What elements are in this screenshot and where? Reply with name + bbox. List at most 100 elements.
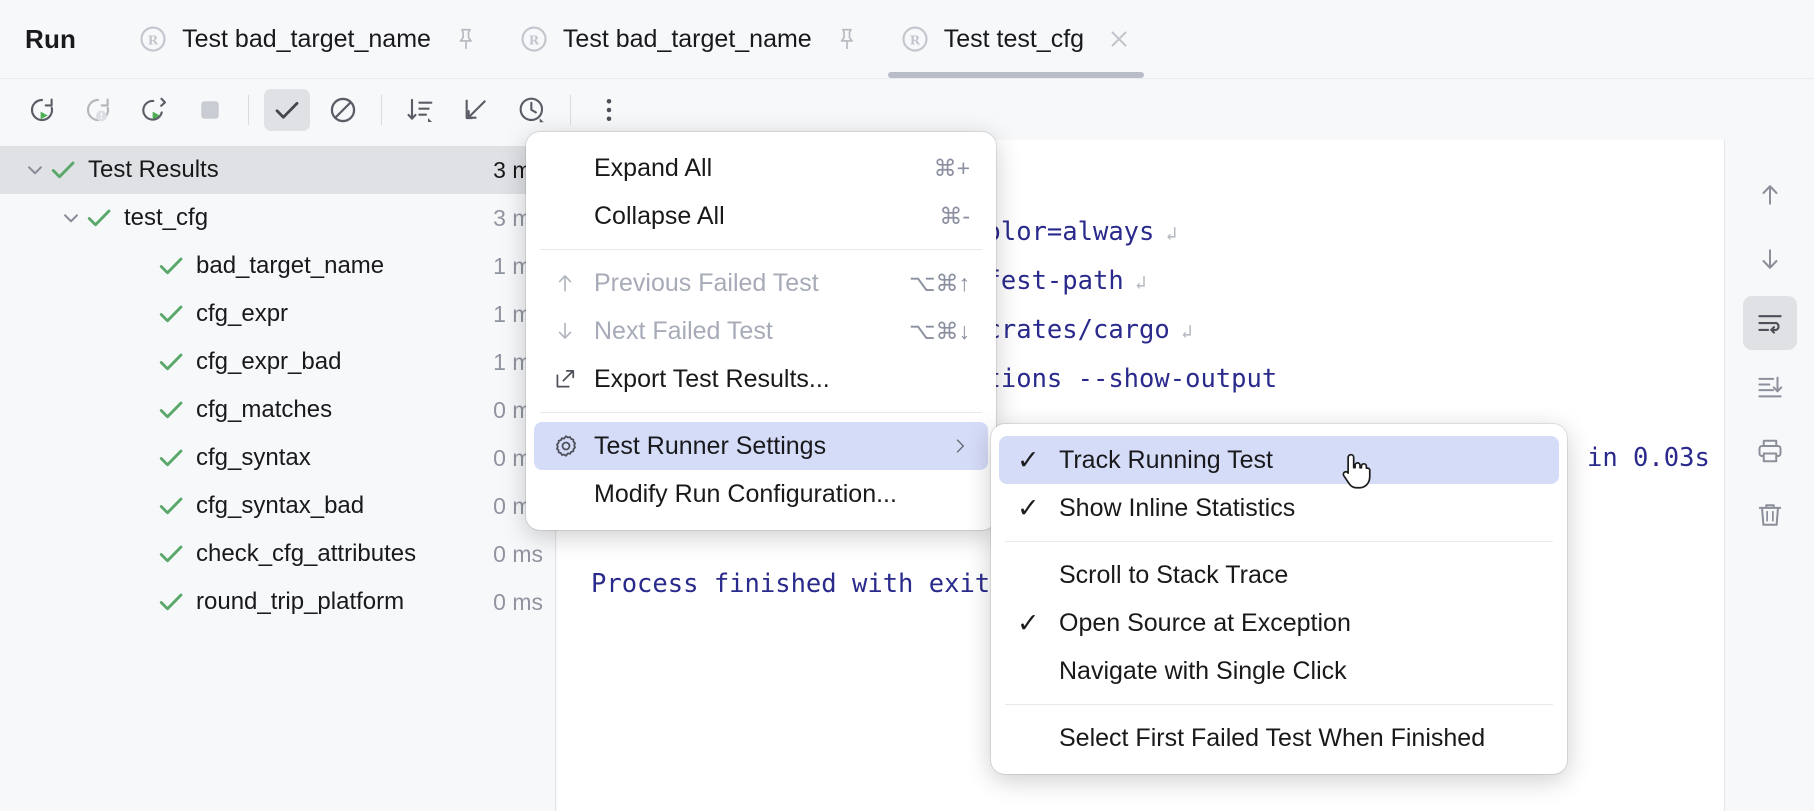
test-name: cfg_expr (196, 300, 288, 328)
console-side-toolbar (1724, 140, 1814, 811)
chevron-down-icon[interactable] (58, 205, 84, 231)
show-ignored-button[interactable] (320, 89, 366, 131)
previous-occurrence-button[interactable] (1743, 168, 1797, 222)
test-passed-icon (156, 443, 186, 473)
test-name: test_cfg (124, 204, 208, 232)
menu-item-label: Open Source at Exception (1059, 609, 1541, 638)
menu-item-label: Scroll to Stack Trace (1059, 561, 1541, 590)
chevron-down-icon[interactable] (22, 157, 48, 183)
test-name: round_trip_platform (196, 588, 404, 616)
scroll-to-end-button[interactable] (1743, 360, 1797, 414)
submenu-item-scroll-to-stack-trace[interactable]: Scroll to Stack Trace (999, 551, 1559, 599)
rust-icon: R (519, 24, 549, 54)
tab-label: Test test_cfg (944, 25, 1084, 54)
tab-label: Test bad_target_name (182, 25, 431, 54)
tree-row[interactable]: cfg_expr1 ms (0, 290, 555, 338)
menu-item-shortcut: ⌥⌘↑ (909, 270, 970, 297)
submenu-separator-1 (1005, 541, 1553, 542)
test-passed-icon (156, 587, 186, 617)
menu-item-export-test-results[interactable]: Export Test Results... (534, 355, 988, 403)
test-runner-settings-submenu[interactable]: ✓Track Running Test✓Show Inline Statisti… (991, 424, 1567, 774)
tree-indent-spacer (130, 541, 156, 567)
test-name: cfg_matches (196, 396, 332, 424)
rerun-with-debugger-button[interactable] (131, 89, 177, 131)
menu-item-test-runner-settings[interactable]: Test Runner Settings (534, 422, 988, 470)
test-name: check_cfg_attributes (196, 540, 416, 568)
show-passed-button[interactable] (264, 89, 310, 131)
menu-separator-2 (540, 412, 982, 413)
test-passed-icon (48, 155, 78, 185)
test-name: Test Results (88, 156, 219, 184)
tree-row[interactable]: cfg_expr_bad1 ms (0, 338, 555, 386)
rust-icon: R (900, 24, 930, 54)
menu-item-label: Modify Run Configuration... (594, 480, 970, 509)
console-line-text: in 0.03s (1587, 443, 1710, 473)
sort-by-duration-button[interactable] (397, 89, 443, 131)
toolbar-separator (248, 95, 249, 125)
tree-row[interactable]: cfg_syntax_bad0 ms (0, 482, 555, 530)
submenu-separator-2 (1005, 704, 1553, 705)
tab-bad-target-name-2[interactable]: RTest bad_target_name (499, 0, 880, 78)
tree-row[interactable]: test_cfg3 ms (0, 194, 555, 242)
menu-item-checkmark-icon: ✓ (1017, 495, 1051, 522)
more-options-button[interactable] (586, 89, 632, 131)
menu-item-collapse-all[interactable]: Collapse All ⌘- (534, 192, 988, 240)
submenu-item-open-source-at-exception[interactable]: ✓Open Source at Exception (999, 599, 1559, 647)
run-tool-window-title: Run (25, 24, 76, 55)
svg-text:R: R (910, 33, 921, 48)
menu-item-modify-run-config[interactable]: Modify Run Configuration... (534, 470, 988, 518)
menu-item-label: Select First Failed Test When Finished (1059, 724, 1541, 753)
rerun-failed-tests-button[interactable] (75, 89, 121, 131)
test-duration: 0 ms (493, 541, 543, 568)
test-passed-icon (156, 299, 186, 329)
next-occurrence-button[interactable] (1743, 232, 1797, 286)
tree-row[interactable]: cfg_syntax0 ms (0, 434, 555, 482)
submenu-item-select-first-failed[interactable]: Select First Failed Test When Finished (999, 714, 1559, 762)
menu-item-label: Collapse All (594, 202, 913, 231)
tab-bad-target-name-1[interactable]: R Test bad_target_name (118, 0, 499, 78)
tree-row[interactable]: bad_target_name1 ms (0, 242, 555, 290)
test-history-button[interactable] (509, 89, 555, 131)
arrow-up-icon (552, 270, 578, 296)
print-button[interactable] (1743, 424, 1797, 478)
menu-item-expand-all[interactable]: Expand All⌘+ (534, 144, 988, 192)
rerun-button[interactable] (19, 89, 65, 131)
soft-wrap-button[interactable] (1743, 296, 1797, 350)
menu-item-icon (552, 366, 586, 392)
close-icon[interactable] (1106, 26, 1132, 52)
menu-item-shortcut: ⌘- (939, 203, 970, 230)
stop-button[interactable] (187, 89, 233, 131)
test-passed-icon (156, 395, 186, 425)
tree-row[interactable]: cfg_matches0 ms (0, 386, 555, 434)
tree-indent-spacer (130, 301, 156, 327)
rust-icon: R (138, 24, 168, 54)
svg-text:R: R (148, 33, 159, 48)
test-duration: 0 ms (493, 589, 543, 616)
submenu-item-show-inline-statistics[interactable]: ✓Show Inline Statistics (999, 484, 1559, 532)
submenu-item-track-running-test[interactable]: ✓Track Running Test (999, 436, 1559, 484)
submenu-item-navigate-single-click[interactable]: Navigate with Single Click (999, 647, 1559, 695)
toolbar-separator (381, 95, 382, 125)
tree-row[interactable]: check_cfg_attributes 0 ms (0, 530, 555, 578)
expand-collapse-button[interactable] (453, 89, 499, 131)
pin-icon[interactable] (453, 24, 479, 54)
tree-row[interactable]: round_trip_platform 0 ms (0, 578, 555, 626)
tree-row[interactable]: Test Results3 ms (0, 146, 555, 194)
toolbar-context-menu[interactable]: Expand All⌘+ Collapse All ⌘- Previous Faile… (526, 132, 996, 530)
clear-all-button[interactable] (1743, 488, 1797, 542)
pin-icon[interactable] (834, 24, 860, 54)
test-runner-toolbar (0, 78, 1814, 140)
tab-test-cfg[interactable]: R Test test_cfg (880, 0, 1152, 78)
test-results-tree[interactable]: Test Results3 mstest_cfg3 msbad_target_n… (0, 140, 556, 811)
test-passed-icon (156, 539, 186, 569)
menu-item-label: Test Runner Settings (594, 432, 932, 461)
test-name: cfg_expr_bad (196, 348, 341, 376)
arrow-down-icon (552, 318, 578, 344)
menu-item-previous-failed-test: Previous Failed Test ⌥⌘↑ (534, 259, 988, 307)
menu-item-label: Previous Failed Test (594, 269, 883, 298)
soft-wrap-marker-icon: ↲ (1170, 321, 1193, 343)
tree-indent-spacer (130, 445, 156, 471)
menu-item-next-failed-test: Next Failed Test⌥⌘↓ (534, 307, 988, 355)
menu-item-checkmark-icon: ✓ (1017, 447, 1051, 474)
menu-item-icon (552, 270, 586, 296)
